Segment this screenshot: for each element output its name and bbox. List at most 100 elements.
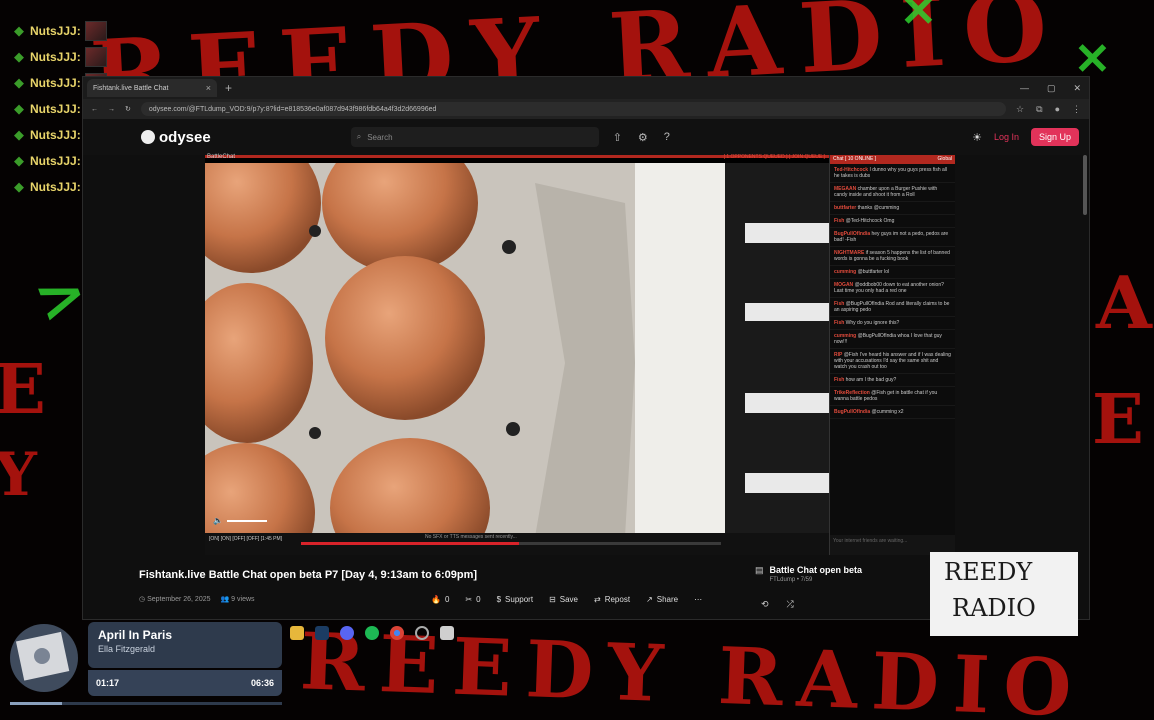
chat-username[interactable]: cumming: [834, 269, 856, 275]
chat-message-list: Ted-Hitchcock I dunno why you guys press…: [830, 164, 955, 419]
chat-message: Fish how am I the bad guy?: [830, 374, 955, 387]
seek-bar[interactable]: [301, 542, 721, 545]
minimize-icon[interactable]: —: [1020, 83, 1029, 94]
volume-slider[interactable]: [226, 519, 267, 522]
total-time: 06:36: [250, 678, 274, 688]
odysee-logo[interactable]: odysee: [141, 129, 211, 146]
window-controls: — ▢ ✕: [1020, 83, 1089, 94]
chat-message: BugPullOfIndia @cumming x2: [830, 406, 955, 419]
overlay-chat-name: NutsJJJ:: [30, 102, 81, 116]
menu-dots-icon[interactable]: ⋮: [1072, 104, 1081, 115]
chat-username[interactable]: Fish: [834, 320, 844, 326]
bg-scribble-left: E: [0, 350, 46, 430]
chat-message: MEGAAN chamber upon a Burger Pushie with…: [830, 183, 955, 202]
video-frame-egg-carton: [205, 163, 829, 537]
queue-status[interactable]: [ 1 OPPONENTS QUEUED ] [ JOIN QUEUE ]: [724, 154, 825, 160]
browser-window: Fishtank.live Battle Chat × + — ▢ ✕ ← → …: [82, 76, 1090, 620]
repost-button[interactable]: ⇄ Repost: [594, 595, 630, 604]
save-icon: ⊟: [549, 595, 556, 604]
player-control-bar: [ON] [ON] [OFF] [OFF] [1:45 PM] No SFX o…: [205, 533, 829, 555]
playlist-card[interactable]: ▤ Battle Chat open beta FTLdump • 7/59: [755, 565, 862, 583]
gem-icon: ◆: [14, 101, 24, 116]
app-icon[interactable]: [440, 626, 454, 640]
address-bar: ← → ↻ odysee.com/@FTLdump_VOD:9/p7y:8?li…: [83, 99, 1089, 119]
playlist-title: Battle Chat open beta: [769, 565, 863, 575]
chrome-icon[interactable]: [390, 626, 404, 640]
support-label: Support: [505, 595, 534, 604]
chat-message: BugPullOfIndia hey guys im not a pedo, p…: [830, 228, 955, 247]
playback-time: 01:17 06:36: [88, 670, 282, 696]
chat-text: thanks @cumming: [857, 205, 900, 211]
date-label: ◷ September 26, 2025: [139, 596, 211, 603]
overlay-chat-name: NutsJJJ:: [30, 50, 81, 64]
playlist-controls: ⟲ ⤮: [761, 599, 794, 610]
profile-icon[interactable]: ●: [1055, 104, 1060, 115]
like-count: 0: [444, 595, 450, 604]
loop-icon[interactable]: ⟲: [761, 599, 769, 610]
player-label: BattleChat: [207, 154, 236, 160]
chat-username[interactable]: Fish: [834, 218, 844, 224]
help-icon[interactable]: ?: [664, 131, 670, 144]
video-title: Fishtank.live Battle Chat open beta P7 […: [139, 569, 478, 581]
steam-icon[interactable]: [315, 626, 329, 640]
login-link[interactable]: Log In: [994, 132, 1019, 142]
chat-message: MOGAN @oddbob00 down to eat another onio…: [830, 279, 955, 298]
new-tab-button[interactable]: +: [225, 81, 232, 95]
url-field[interactable]: odysee.com/@FTLdump_VOD:9/p7y:8?lid=e818…: [140, 102, 1007, 116]
spotify-icon[interactable]: [365, 626, 379, 640]
save-button[interactable]: ⊟ Save: [549, 595, 578, 604]
upload-icon[interactable]: ⇧: [613, 131, 622, 144]
player-toggles[interactable]: [ON] [ON] [OFF] [OFF] [1:45 PM]: [209, 536, 282, 542]
close-tab-icon[interactable]: ×: [206, 83, 211, 93]
gem-icon: ◆: [14, 75, 24, 90]
chat-username[interactable]: BugPullOfIndia: [834, 409, 870, 415]
bookmark-star-icon[interactable]: ☆: [1016, 104, 1024, 115]
video-meta: ◷ September 26, 2025 👥 9 views: [139, 595, 255, 603]
chat-text: @BugPullOfIndia Rod and literally claims…: [834, 301, 950, 313]
theme-toggle-icon[interactable]: ☀: [972, 131, 982, 144]
discord-icon[interactable]: [340, 626, 354, 640]
repost-label: Repost: [604, 595, 631, 604]
overlay-chat-name: NutsJJJ:: [30, 76, 81, 90]
chat-message: TrikeReflection @Fish get in battle chat…: [830, 387, 955, 406]
support-button[interactable]: $ Support: [497, 595, 533, 604]
chat-message: RIP @Fish I've heard his answer and if I…: [830, 349, 955, 374]
chat-text: @buttfarter lol: [857, 269, 890, 275]
search-input[interactable]: ⌕ Search: [350, 127, 599, 147]
volume-control[interactable]: 🔈: [213, 516, 267, 525]
share-button[interactable]: ↗ Share: [646, 595, 678, 604]
dislike-button[interactable]: ✂ 0: [465, 595, 480, 604]
shuffle-icon[interactable]: ⤮: [787, 599, 794, 610]
browser-toolbar-icons: ☆ ⧉ ● ⋮: [1016, 104, 1081, 115]
chat-username[interactable]: buttfarter: [834, 205, 856, 211]
overlay-chat-name: NutsJJJ:: [30, 24, 81, 38]
overlay-chat-name: NutsJJJ:: [30, 128, 81, 142]
extensions-icon[interactable]: ⧉: [1036, 104, 1042, 115]
header-right: ☀ Log In Sign Up: [972, 128, 1079, 146]
back-icon[interactable]: ←: [91, 106, 98, 113]
chat-message: Ted-Hitchcock I dunno why you guys press…: [830, 164, 955, 183]
reload-icon[interactable]: ↻: [125, 105, 131, 113]
url-text: odysee.com/@FTLdump_VOD:9/p7y:8?lid=e818…: [148, 105, 437, 113]
page-scrollbar[interactable]: [1083, 155, 1087, 215]
status-message: No SFX or TTS messages sent recently...: [425, 534, 517, 540]
like-button[interactable]: 🔥 0: [431, 595, 449, 604]
obs-icon[interactable]: [415, 626, 429, 640]
maximize-icon[interactable]: ▢: [1047, 83, 1056, 94]
now-playing-widget: April In Paris Ella Fitzgerald: [88, 622, 282, 668]
folder-icon[interactable]: [290, 626, 304, 640]
signup-button[interactable]: Sign Up: [1030, 128, 1079, 146]
forward-icon[interactable]: →: [108, 106, 115, 113]
more-options-icon[interactable]: ⋯: [694, 595, 702, 604]
chat-global-tab[interactable]: Global: [938, 156, 952, 163]
settings-gear-icon[interactable]: ⚙: [638, 131, 648, 144]
video-player[interactable]: BattleChat [ 1 OPPONENTS QUEUED ] [ JOIN…: [205, 154, 829, 555]
browser-tab[interactable]: Fishtank.live Battle Chat ×: [87, 79, 217, 97]
fire-icon: 🔥: [431, 595, 441, 604]
gem-icon: ◆: [14, 153, 24, 168]
music-progress: [10, 702, 282, 705]
chat-username[interactable]: Fish: [834, 377, 844, 383]
song-artist: Ella Fitzgerald: [98, 644, 156, 654]
overlay-chat-line: ◆ NutsJJJ:: [14, 44, 214, 70]
close-window-icon[interactable]: ✕: [1073, 83, 1081, 94]
